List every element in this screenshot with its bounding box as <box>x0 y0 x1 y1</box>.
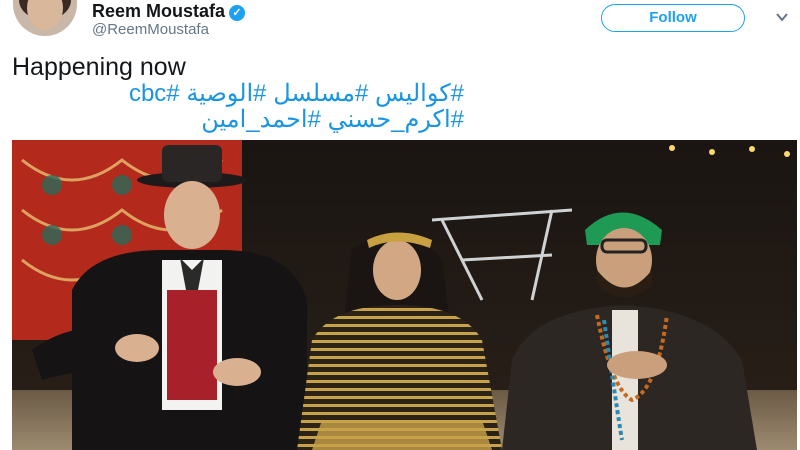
chevron-down-icon[interactable] <box>775 10 789 24</box>
tweet-text: Happening now <box>12 53 186 81</box>
verified-badge-icon: ✓ <box>229 5 246 21</box>
author-name-row[interactable]: Reem Moustafa ✓ <box>92 0 246 22</box>
avatar-face <box>27 0 63 30</box>
hashtags-line-1[interactable]: #كواليس #مسلسل #الوصية #cbc <box>4 80 464 108</box>
author-name[interactable]: Reem Moustafa <box>92 1 225 21</box>
follow-button[interactable]: Follow <box>601 4 745 32</box>
tweet-photo[interactable] <box>12 140 797 450</box>
author-avatar[interactable] <box>13 0 77 36</box>
author-handle[interactable]: @ReemMoustafa <box>92 21 209 39</box>
hashtags-line-2[interactable]: #اكرم_حسني #احمد_امين <box>4 106 464 134</box>
photo-scene <box>12 140 797 450</box>
